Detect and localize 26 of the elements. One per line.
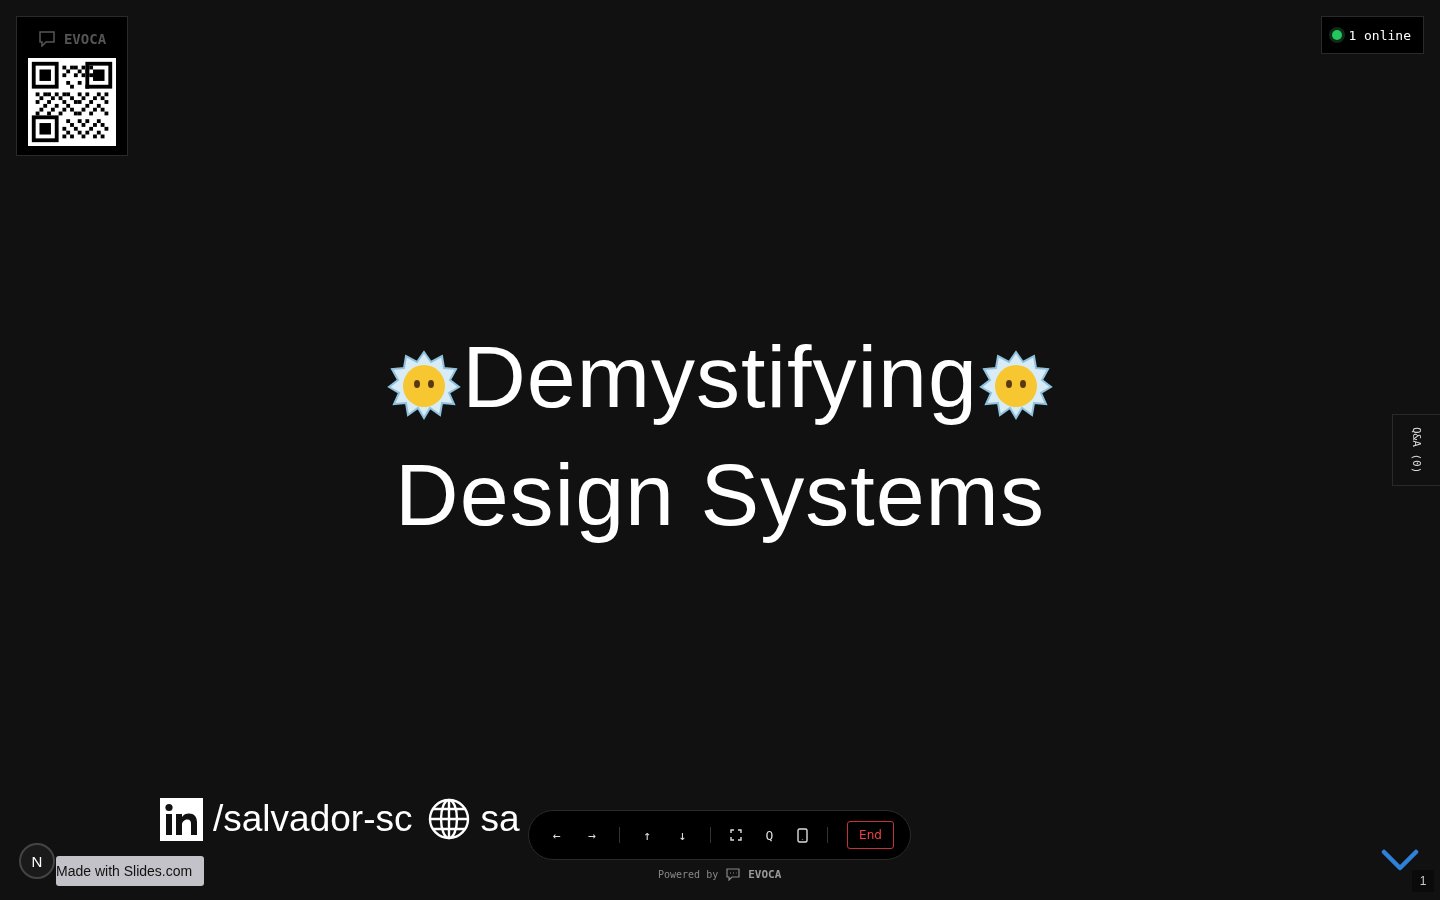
link-text[interactable]: sa xyxy=(480,797,520,841)
toolbar-button[interactable]: ↓ xyxy=(674,823,691,847)
toolbar-button[interactable]: Q xyxy=(761,823,778,847)
chat-bubble-icon xyxy=(726,868,741,881)
link-text[interactable]: /salvador-sc xyxy=(213,797,413,841)
slide-title-line: Demystifying xyxy=(462,326,978,428)
brand-logo-text: EVOCA xyxy=(748,868,782,881)
phone-icon[interactable] xyxy=(796,827,808,843)
framework-badge: N xyxy=(19,843,55,879)
slide-title-line: Design Systems xyxy=(395,444,1045,546)
made-with-slides-button[interactable]: Made with Slides.com xyxy=(56,856,204,886)
linkedin-icon xyxy=(160,797,203,841)
chat-bubble-icon xyxy=(37,31,56,47)
status-dot xyxy=(1332,30,1343,40)
globe-icon xyxy=(428,798,471,840)
toolbar-button[interactable]: ↑ xyxy=(639,823,656,847)
slide-number: 1 xyxy=(1412,870,1434,892)
online-count: 1 online xyxy=(1348,27,1411,43)
chevron-down-icon[interactable] xyxy=(1381,849,1419,871)
end-button[interactable]: End xyxy=(847,821,894,849)
qa-tab[interactable]: Q&A (0) xyxy=(1392,414,1440,486)
toolbar-button[interactable]: ← xyxy=(549,823,565,847)
brand-logo-text: EVOCA xyxy=(63,31,107,47)
powered-by-label: Powered by xyxy=(658,869,719,880)
toolbar-button[interactable]: → xyxy=(584,823,600,847)
fullscreen-icon[interactable] xyxy=(730,829,743,841)
